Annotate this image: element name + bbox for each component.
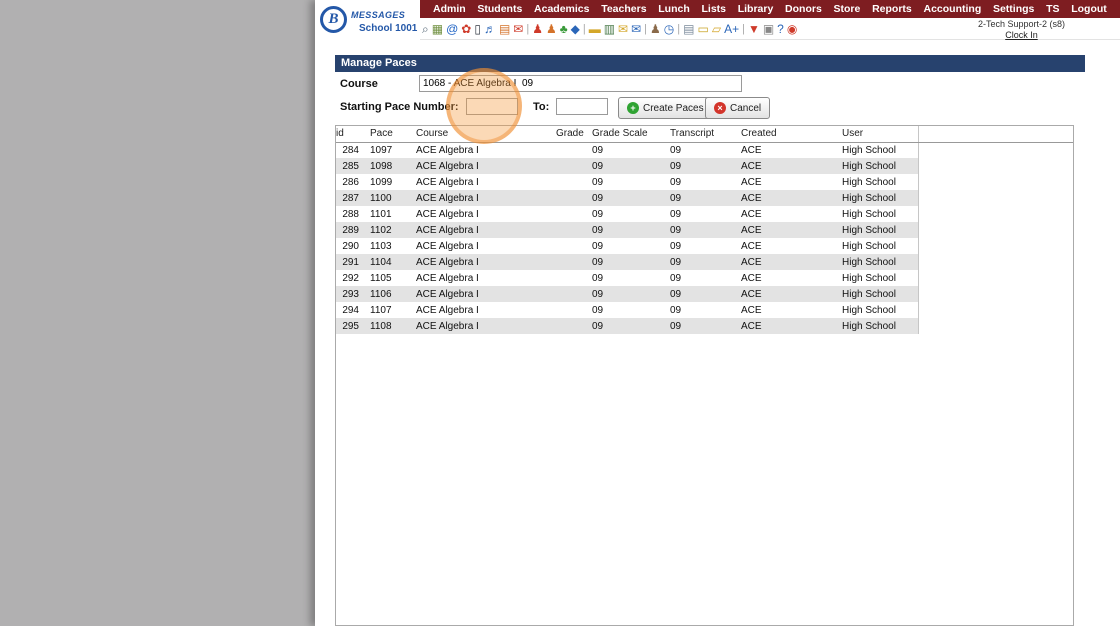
clock-icon[interactable]: ◷ [664, 21, 674, 37]
to-pace-input[interactable] [556, 98, 608, 115]
person-red-icon[interactable]: ♟ [532, 21, 543, 37]
icon-toolbar: ⌕ ▦ @ ✿ ▯ ♬ ▤ ✉ | ♟ ♟ ♣ ◆ | ▬ ▥ ✉ ✉ | ♟ ◷ | ▤ ▭ ▱ A+ | ▼ ▣? ◉ [422, 20, 970, 38]
pace-table-body: 284 1097 ACE Algebra I 09 09 ACE High School 28… [336, 142, 1073, 334]
to-label: To: [533, 101, 550, 113]
app-window: B MESSAGES School 1001 Admin Students Acad… [315, 0, 1120, 626]
cancel-label: Cancel [730, 102, 762, 114]
nav-item-teachers[interactable]: Teachers [596, 0, 651, 18]
person-orange-icon[interactable]: ♟ [546, 21, 557, 37]
table-row: 290 1103 ACE Algebra I 09 09 ACE High School [336, 238, 1073, 254]
col-header-course: Course [412, 126, 552, 143]
main-nav: Admin Students Academics Teachers Lunch Lists… [420, 0, 1120, 18]
calendar-grid-icon[interactable]: ▦ [432, 21, 443, 37]
help-icon[interactable]: ? [777, 21, 784, 37]
x-icon: × [714, 102, 726, 114]
person-brown-icon[interactable]: ♟ [650, 21, 661, 37]
nav-item-settings[interactable]: Settings [988, 0, 1039, 18]
at-icon[interactable]: @ [446, 21, 458, 37]
separator: | [742, 23, 745, 35]
table-row: 295 1108 ACE Algebra I 09 09 ACE High School [336, 318, 1073, 334]
nav-item-reports[interactable]: Reports [867, 0, 917, 18]
table-row: 284 1097 ACE Algebra I 09 09 ACE High School [336, 142, 1073, 158]
nav-item-accounting[interactable]: Accounting [918, 0, 986, 18]
course-label: Course [340, 78, 378, 90]
leaf-icon[interactable]: ♣ [560, 21, 568, 37]
nav-item-lunch[interactable]: Lunch [653, 0, 695, 18]
clock-in-link[interactable]: Clock In [1005, 30, 1038, 40]
folder-icon[interactable]: ▱ [712, 21, 721, 37]
table-row: 287 1100 ACE Algebra I 09 09 ACE High School [336, 190, 1073, 206]
logo-school: School 1001 [359, 23, 418, 34]
table-row: 294 1107 ACE Algebra I 09 09 ACE High School [336, 302, 1073, 318]
table-row: 286 1099 ACE Algebra I 09 09 ACE High School [336, 174, 1073, 190]
speaker-icon[interactable]: ♬ [484, 21, 496, 37]
paces-table: id Pace Course Grade Grade Scale Transcript Cr… [336, 126, 1073, 334]
table-row: 285 1098 ACE Algebra I 09 09 ACE High School [336, 158, 1073, 174]
nav-item-library[interactable]: Library [733, 0, 779, 18]
ledger-icon[interactable]: ▤ [683, 21, 694, 37]
col-header-filler [917, 126, 1073, 143]
cancel-button[interactable]: × Cancel [705, 97, 771, 119]
printer-icon[interactable]: ▣ [763, 21, 774, 37]
col-header-grade: Grade [552, 126, 588, 143]
logo-icon: B [320, 6, 347, 33]
separator: | [526, 23, 530, 35]
table-row: 293 1106 ACE Algebra I 09 09 ACE High School [336, 286, 1073, 302]
logo-brand: MESSAGES [351, 10, 406, 20]
table-row: 291 1104 ACE Algebra I 09 09 ACE High School [336, 254, 1073, 270]
separator: | [677, 23, 681, 35]
table-row: 289 1102 ACE Algebra I 09 09 ACE High School [336, 222, 1073, 238]
pdf-icon[interactable]: ▼ [748, 21, 760, 37]
table-row: 288 1101 ACE Algebra I 09 09 ACE High School [336, 206, 1073, 222]
mobile-phone-icon[interactable]: ▯ [474, 21, 481, 37]
separator: | [644, 23, 648, 35]
current-user-label: 2-Tech Support-2 (s8) [977, 19, 1065, 29]
nav-item-ts[interactable]: TS [1041, 0, 1064, 18]
grade-aplus-icon[interactable]: A+ [724, 21, 739, 37]
separator: | [582, 23, 586, 35]
plus-icon: + [627, 102, 639, 114]
user-panel: 2-Tech Support-2 (s8) Clock In [978, 19, 1065, 40]
col-header-created: Created [737, 126, 838, 143]
mail-blue-icon[interactable]: ✉ [631, 21, 641, 37]
card-icon[interactable]: ▭ [697, 21, 708, 37]
table-row: 292 1105 ACE Algebra I 09 09 ACE High School [336, 270, 1073, 286]
col-header-pace: Pace [362, 126, 412, 143]
starting-pace-label: Starting Pace Number: [340, 101, 459, 113]
power-icon[interactable]: ◉ [787, 21, 797, 37]
calendar-icon[interactable]: ▤ [499, 21, 510, 37]
nav-item-logout[interactable]: Logout [1066, 0, 1112, 18]
course-input[interactable] [419, 75, 742, 92]
flower-icon[interactable]: ✿ [461, 21, 471, 37]
create-paces-button[interactable]: + Create Paces [618, 97, 713, 119]
mail-icon[interactable]: ✉ [513, 21, 523, 37]
nav-item-academics[interactable]: Academics [529, 0, 594, 18]
mail-yellow-icon[interactable]: ✉ [618, 21, 628, 37]
nav-item-students[interactable]: Students [472, 0, 527, 18]
paces-table-container: id Pace Course Grade Grade Scale Transcript Cr… [335, 125, 1074, 626]
starting-pace-input[interactable] [466, 98, 518, 115]
nav-item-store[interactable]: Store [829, 0, 866, 18]
briefcase-icon[interactable]: ▬ [589, 21, 601, 37]
table-header-row: id Pace Course Grade Grade Scale Transcript Cr… [336, 126, 1073, 143]
app-header: B MESSAGES School 1001 Admin Students Acad… [315, 0, 1120, 40]
nav-item-lists[interactable]: Lists [696, 0, 731, 18]
page-title: Manage Paces [335, 55, 1085, 72]
app-logo: B MESSAGES School 1001 [315, 0, 420, 40]
col-header-id: id [336, 126, 362, 143]
create-paces-label: Create Paces [643, 102, 704, 114]
nav-item-donors[interactable]: Donors [780, 0, 827, 18]
nav-item-admin[interactable]: Admin [428, 0, 471, 18]
search-icon[interactable]: ⌕ [422, 21, 429, 37]
col-header-user: User [838, 126, 918, 143]
bird-icon[interactable]: ◆ [571, 21, 580, 37]
col-header-grade-scale: Grade Scale [588, 126, 666, 143]
col-header-transcript: Transcript [666, 126, 737, 143]
notebook-icon[interactable]: ▥ [604, 21, 615, 37]
